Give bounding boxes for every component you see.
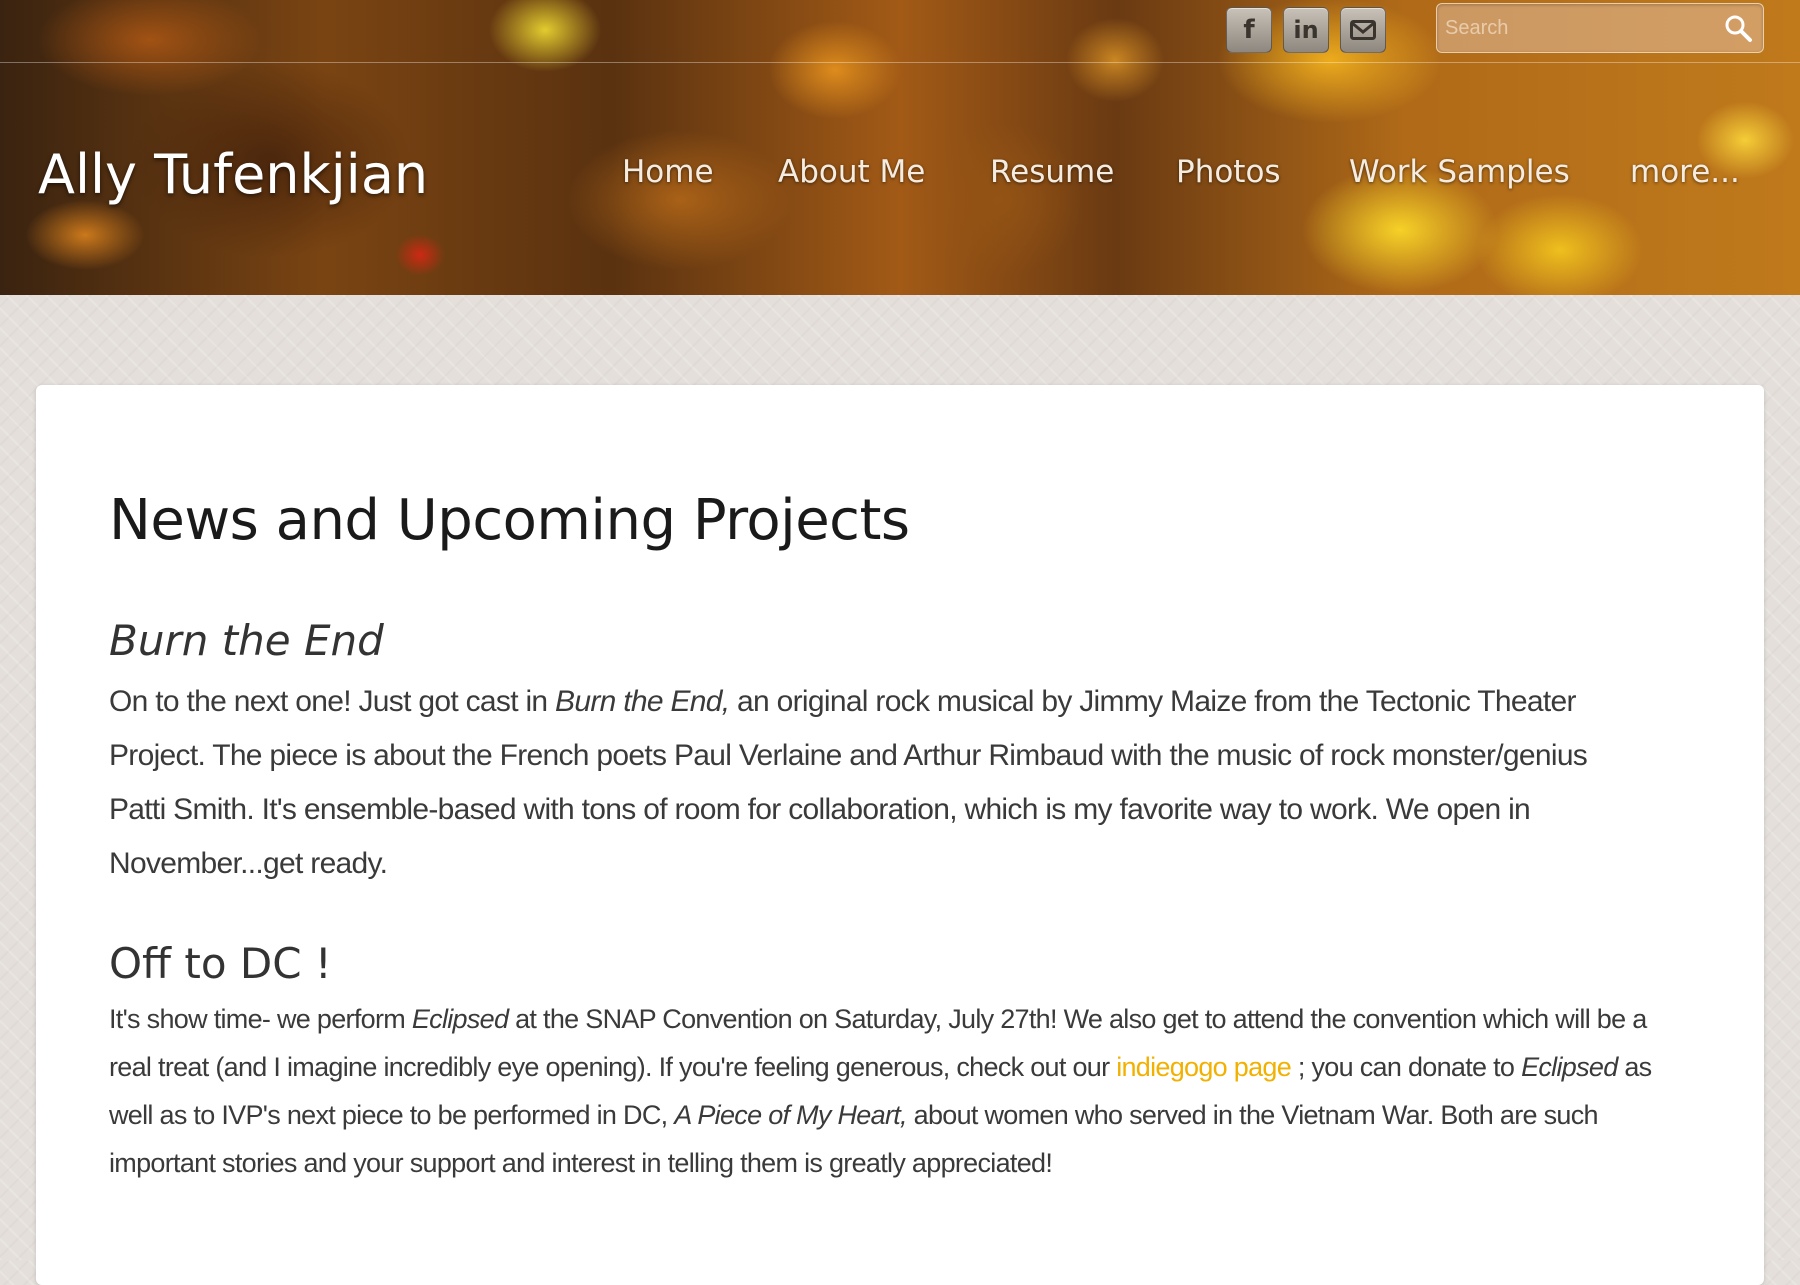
italic-title: Eclipsed <box>1521 1052 1618 1082</box>
search-input[interactable] <box>1445 4 1715 52</box>
paragraph-line: It's show time- we perform Eclipsed at t… <box>109 995 1729 1043</box>
section-heading-off-to-dc: Off to DC ! <box>109 939 332 988</box>
site-title[interactable]: Ally Tufenkjian <box>38 140 428 210</box>
text-span: It's show time- we perform <box>109 1004 412 1034</box>
text-span: about women who served in the Vietnam Wa… <box>906 1100 1599 1130</box>
paragraph-line: November...get ready. <box>109 847 388 880</box>
text-span: ; you can donate to <box>1291 1052 1522 1082</box>
nav-photos[interactable]: Photos <box>1176 150 1281 194</box>
italic-title: Burn the End, <box>555 685 730 718</box>
section-paragraph-burn-the-end: On to the next one! Just got cast in Bur… <box>109 675 1729 891</box>
text-span: as <box>1617 1052 1652 1082</box>
section-heading-burn-the-end: Burn the End <box>109 616 384 665</box>
indiegogo-link[interactable]: indiegogo page <box>1116 1052 1292 1082</box>
site-header: f in Ally Tufenkjian Home About Me Resum… <box>0 0 1800 295</box>
content-card: News and Upcoming Projects Burn the End … <box>36 385 1764 1285</box>
paragraph-line: Patti Smith. It's ensemble-based with to… <box>109 793 1531 826</box>
italic-title: Eclipsed <box>411 1004 509 1034</box>
nav-work-samples[interactable]: Work Samples <box>1349 150 1570 194</box>
page-title: News and Upcoming Projects <box>109 488 910 553</box>
paragraph-line: important stories and your support and i… <box>109 1148 1053 1178</box>
nav-more[interactable]: more... <box>1630 150 1740 194</box>
nav-about-me[interactable]: About Me <box>778 150 925 194</box>
search-box <box>1436 3 1764 53</box>
section-paragraph-off-to-dc: It's show time- we perform Eclipsed at t… <box>109 995 1729 1187</box>
paragraph-line: On to the next one! Just got cast in Bur… <box>109 675 1729 729</box>
search-icon[interactable] <box>1723 13 1753 43</box>
email-icon <box>1350 20 1376 40</box>
nav-home[interactable]: Home <box>622 150 714 194</box>
email-button[interactable] <box>1340 7 1386 53</box>
text-span: real treat (and I imagine incredibly eye… <box>109 1052 1117 1082</box>
topbar-divider <box>0 62 1800 63</box>
linkedin-button[interactable]: in <box>1283 7 1329 53</box>
paragraph-line: real treat (and I imagine incredibly eye… <box>109 1043 1729 1091</box>
nav-resume[interactable]: Resume <box>990 150 1114 194</box>
text-span: On to the next one! Just got cast in <box>109 685 556 718</box>
paragraph-line: Project. The piece is about the French p… <box>109 739 1588 772</box>
text-span: well as to IVP's next piece to be perfor… <box>109 1100 675 1130</box>
italic-title: A Piece of My Heart, <box>674 1100 907 1130</box>
text-span: at the SNAP Convention on Saturday, July… <box>508 1004 1647 1034</box>
facebook-button[interactable]: f <box>1226 7 1272 53</box>
paragraph-line: well as to IVP's next piece to be perfor… <box>109 1091 1729 1139</box>
text-span: an original rock musical by Jimmy Maize … <box>729 685 1576 718</box>
linkedin-icon: in <box>1293 16 1319 44</box>
facebook-icon: f <box>1243 15 1255 45</box>
